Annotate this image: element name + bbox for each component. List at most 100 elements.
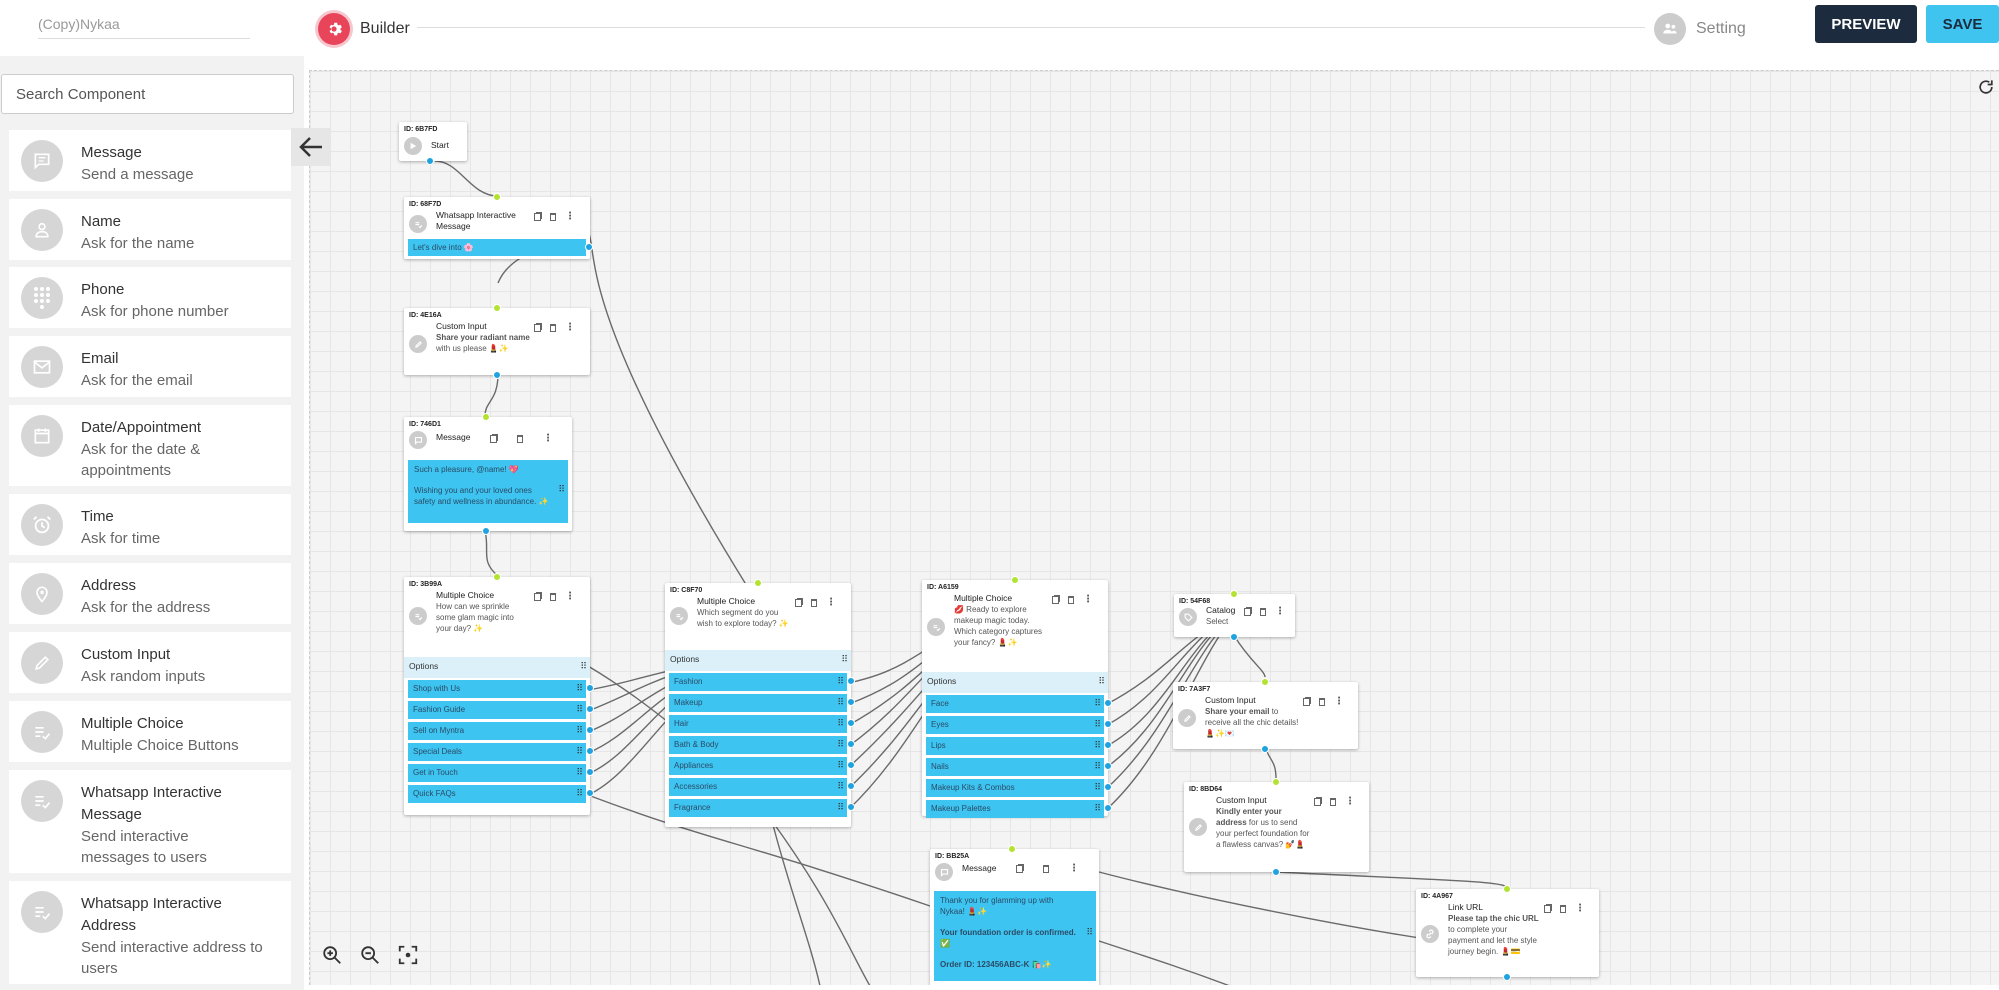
more-vert-icon[interactable]: ⋮ bbox=[565, 212, 575, 222]
step-setting[interactable]: Setting bbox=[1654, 13, 1746, 45]
drag-handle-icon[interactable]: ⠿ bbox=[841, 654, 848, 665]
more-vert-icon[interactable]: ⋮ bbox=[565, 592, 575, 602]
option-button[interactable]: Bath & Body ⠿ bbox=[669, 736, 855, 754]
option-output-port[interactable] bbox=[1104, 762, 1112, 770]
option-button[interactable]: Fragrance ⠿ bbox=[669, 799, 855, 817]
copy-icon[interactable] bbox=[1303, 698, 1310, 706]
delete-icon[interactable] bbox=[1068, 596, 1074, 604]
node-multiple-choice-1[interactable]: ID: 3B99A Multiple Choice How can we spr… bbox=[404, 573, 594, 815]
drag-handle-icon[interactable]: ⠿ bbox=[576, 767, 583, 778]
output-port[interactable] bbox=[482, 527, 490, 535]
output-port[interactable] bbox=[1272, 868, 1280, 876]
preview-button[interactable]: PREVIEW bbox=[1815, 5, 1917, 43]
node-multiple-choice-2[interactable]: ID: C8F70 Multiple Choice Which segment … bbox=[665, 579, 855, 827]
fit-view-icon[interactable] bbox=[394, 941, 422, 969]
input-port[interactable] bbox=[1008, 845, 1016, 853]
save-button[interactable]: SAVE bbox=[1926, 5, 1999, 43]
component-address[interactable]: Address Ask for the address bbox=[9, 563, 291, 624]
copy-icon[interactable] bbox=[1016, 865, 1023, 873]
option-output-port[interactable] bbox=[847, 698, 855, 706]
delete-icon[interactable] bbox=[550, 213, 556, 221]
option-output-port[interactable] bbox=[1104, 741, 1112, 749]
delete-icon[interactable] bbox=[1319, 698, 1325, 706]
drag-handle-icon[interactable]: ⠿ bbox=[576, 788, 583, 799]
drag-handle-icon[interactable]: ⠿ bbox=[1094, 803, 1101, 814]
delete-icon[interactable] bbox=[1043, 865, 1049, 873]
option-output-port[interactable] bbox=[1104, 720, 1112, 728]
delete-icon[interactable] bbox=[811, 599, 817, 607]
option-button[interactable]: Sell on Myntra ⠿ bbox=[408, 722, 594, 740]
input-port[interactable] bbox=[1272, 778, 1280, 786]
option-button[interactable]: Makeup ⠿ bbox=[669, 694, 855, 712]
drag-handle-icon[interactable]: ⠿ bbox=[576, 725, 583, 736]
component-email[interactable]: Email Ask for the email bbox=[9, 336, 291, 397]
more-vert-icon[interactable]: ⋮ bbox=[1334, 697, 1344, 707]
node-message-greeting[interactable]: ID: 746D1 Message ⋮ Such a pleasure, @na… bbox=[404, 413, 572, 535]
output-port[interactable] bbox=[585, 243, 593, 251]
output-port[interactable] bbox=[493, 371, 501, 379]
option-output-port[interactable] bbox=[586, 684, 594, 692]
drag-handle-icon[interactable]: ⠿ bbox=[837, 718, 844, 729]
output-port[interactable] bbox=[1230, 633, 1238, 641]
input-port[interactable] bbox=[1230, 590, 1238, 598]
copy-icon[interactable] bbox=[1244, 608, 1251, 616]
component-custom-input[interactable]: Custom Input Ask random inputs bbox=[9, 632, 291, 693]
option-button[interactable]: Eyes ⠿ bbox=[926, 716, 1112, 734]
drag-handle-icon[interactable]: ⠿ bbox=[1094, 782, 1101, 793]
step-builder[interactable]: Builder bbox=[318, 13, 410, 45]
option-button[interactable]: Fashion ⠿ bbox=[669, 673, 855, 691]
drag-handle-icon[interactable]: ⠿ bbox=[837, 697, 844, 708]
drag-handle-icon[interactable]: ⠿ bbox=[580, 661, 587, 672]
drag-handle-icon[interactable]: ⠿ bbox=[837, 676, 844, 687]
drag-handle-icon[interactable]: ⠿ bbox=[837, 760, 844, 771]
option-button[interactable]: Special Deals ⠿ bbox=[408, 743, 594, 761]
node-custom-input-address[interactable]: ID: 8BD64 Custom Input Kindly enter your… bbox=[1184, 778, 1369, 876]
option-output-port[interactable] bbox=[847, 677, 855, 685]
component-time[interactable]: Time Ask for time bbox=[9, 494, 291, 555]
more-vert-icon[interactable]: ⋮ bbox=[1275, 607, 1285, 617]
drag-handle-icon[interactable]: ⠿ bbox=[1094, 698, 1101, 709]
input-port[interactable] bbox=[1503, 885, 1511, 893]
component-whatsapp-interactive-message[interactable]: Whatsapp Interactive Message Send interac… bbox=[9, 770, 291, 873]
flow-canvas[interactable]: ID: 6B7FD Start ID: 68F7D Whatsapp Inter… bbox=[309, 70, 1999, 985]
component-date-appointment[interactable]: Date/Appointment Ask for the date & appoi… bbox=[9, 405, 291, 486]
input-port[interactable] bbox=[1261, 678, 1269, 686]
copy-icon[interactable] bbox=[1052, 596, 1059, 604]
option-output-port[interactable] bbox=[586, 705, 594, 713]
drag-handle-icon[interactable]: ⠿ bbox=[837, 802, 844, 813]
input-port[interactable] bbox=[493, 193, 501, 201]
delete-icon[interactable] bbox=[550, 593, 556, 601]
option-output-port[interactable] bbox=[847, 803, 855, 811]
option-button[interactable]: Get in Touch ⠿ bbox=[408, 764, 594, 782]
bot-name-field[interactable]: (Copy)Nykaa bbox=[38, 13, 250, 39]
input-port[interactable] bbox=[493, 573, 501, 581]
option-output-port[interactable] bbox=[1104, 804, 1112, 812]
node-multiple-choice-3[interactable]: ID: A6159 Multiple Choice 💋 Ready to exp… bbox=[922, 576, 1112, 818]
input-port[interactable] bbox=[754, 579, 762, 587]
node-custom-input-name[interactable]: ID: 4E16A Custom Input Share your radian… bbox=[404, 304, 590, 379]
node-custom-input-email[interactable]: ID: 7A3F7 Custom Input Share your email … bbox=[1173, 678, 1358, 753]
arrow-left-icon[interactable] bbox=[291, 128, 330, 166]
option-output-port[interactable] bbox=[847, 740, 855, 748]
option-button[interactable]: Fashion Guide ⠿ bbox=[408, 701, 594, 719]
refresh-icon[interactable] bbox=[1971, 72, 1999, 102]
option-button[interactable]: Lips ⠿ bbox=[926, 737, 1112, 755]
zoom-in-icon[interactable] bbox=[318, 941, 346, 969]
drag-handle-icon[interactable]: ⠿ bbox=[576, 746, 583, 757]
option-button[interactable]: Face ⠿ bbox=[926, 695, 1112, 713]
drag-handle-icon[interactable]: ⠿ bbox=[1098, 676, 1105, 687]
more-vert-icon[interactable]: ⋮ bbox=[565, 323, 575, 333]
component-name[interactable]: Name Ask for the name bbox=[9, 199, 291, 260]
drag-handle-icon[interactable]: ⠿ bbox=[1094, 719, 1101, 730]
option-output-port[interactable] bbox=[847, 782, 855, 790]
component-whatsapp-interactive-address[interactable]: Whatsapp Interactive Address Send interac… bbox=[9, 881, 291, 984]
drag-handle-icon[interactable]: ⠿ bbox=[558, 484, 565, 495]
copy-icon[interactable] bbox=[534, 213, 541, 221]
node-link-url[interactable]: ID: 4A967 Link URL Please tap the chic U… bbox=[1416, 885, 1599, 981]
node-catalog[interactable]: ID: 54F68 Catalog Select ⋮ bbox=[1174, 590, 1295, 641]
search-component-input[interactable] bbox=[1, 74, 294, 114]
more-vert-icon[interactable]: ⋮ bbox=[826, 598, 836, 608]
option-button[interactable]: Makeup Kits & Combos ⠿ bbox=[926, 779, 1112, 797]
option-button[interactable]: Accessories ⠿ bbox=[669, 778, 855, 796]
zoom-out-icon[interactable] bbox=[356, 941, 384, 969]
